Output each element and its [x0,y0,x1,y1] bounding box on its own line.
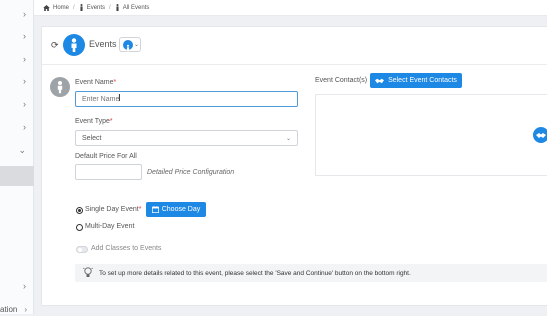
multi-day-label: Multi-Day Event [85,223,135,230]
single-day-label-text: Single Day Event [85,206,139,213]
multi-day-radio[interactable] [76,224,83,231]
sidebar-item-7-expanded[interactable]: ⌄ [0,140,34,160]
person-icon [123,40,133,52]
select-event-contacts-label: Select Event Contacts [388,77,457,84]
chevron-right-icon: › [24,304,28,314]
required-mark: * [138,206,142,213]
breadcrumb-all-events: All Events [122,4,150,11]
event-type-label-text: Event Type [75,118,110,125]
breadcrumb-separator: / [73,4,75,11]
sidebar-item-2[interactable]: › [0,26,34,46]
add-classes-toggle[interactable] [76,246,88,253]
events-person-icon [63,34,85,56]
chevron-right-icon: › [23,31,26,41]
home-icon [43,4,50,11]
sidebar-item-5[interactable]: › [0,94,34,114]
sidebar-item-1[interactable]: › [0,4,34,24]
page-title: Events [89,39,117,49]
handshake-fab-icon[interactable] [533,127,547,143]
sidebar: › › › › › › ⌄ › ation › [0,0,34,314]
chevron-right-icon: › [23,76,26,86]
info-text: To set up more details related to this e… [99,269,411,277]
single-day-label: Single Day Event* [85,206,141,213]
event-type-dropdown-button[interactable]: ⌄ [119,37,141,52]
choose-day-button[interactable]: Choose Day [146,202,206,217]
sidebar-item-active[interactable] [0,166,34,186]
detailed-price-link[interactable]: Detailed Price Configuration [147,169,234,176]
panel-header: ⟳ Events ⌄ [42,27,547,65]
calendar-icon [151,206,159,213]
refresh-icon[interactable]: ⟳ [51,40,61,50]
event-name-input[interactable] [75,91,298,107]
required-mark: * [113,79,117,86]
required-mark: * [109,118,113,125]
handshake-icon [375,78,385,83]
breadcrumb: Home / Events / All Events [34,0,547,16]
event-type-label: Event Type* [75,118,113,125]
person-icon [80,4,83,11]
sidebar-item-6[interactable]: › [0,117,34,137]
single-day-radio[interactable] [76,207,83,214]
event-contacts-box [315,94,547,176]
choose-day-label: Choose Day [161,206,201,213]
event-name-label: Event Name* [75,79,116,86]
default-price-label: Default Price For All [75,153,137,160]
select-event-contacts-button[interactable]: Select Event Contacts [370,73,462,88]
sidebar-item-4[interactable]: › [0,71,34,91]
event-type-select[interactable]: Select ⌄ [75,130,298,146]
breadcrumb-separator: / [109,4,111,11]
event-avatar-icon [50,77,70,97]
breadcrumb-home[interactable]: Home [53,5,69,11]
chevron-right-icon: › [23,281,26,291]
chevron-down-icon: ⌄ [134,42,140,48]
chevron-right-icon: › [23,54,26,64]
default-price-input[interactable] [75,164,142,180]
chevron-down-icon: ⌄ [285,136,291,142]
chevron-right-icon: › [23,122,26,132]
event-name-label-text: Event Name [75,79,114,86]
info-message: To set up more details related to this e… [75,264,547,282]
sidebar-item-label: ation [0,304,18,314]
person-icon [116,4,119,11]
text-cursor-icon: I [118,93,121,104]
chevron-right-icon: › [23,9,26,19]
sidebar-item-8[interactable]: › [0,276,34,296]
events-panel: ⟳ Events ⌄ Event Name* I Event Type* Sel… [41,26,547,306]
breadcrumb-events[interactable]: Events [87,5,105,11]
sidebar-item-3[interactable]: › [0,49,34,69]
event-contacts-label: Event Contact(s) [315,77,368,84]
chevron-down-icon: ⌄ [18,144,26,155]
event-type-selected-value: Select [82,134,102,142]
add-classes-label: Add Classes to Events [91,245,162,252]
chevron-right-icon: › [23,99,26,109]
lightbulb-icon [82,267,94,279]
